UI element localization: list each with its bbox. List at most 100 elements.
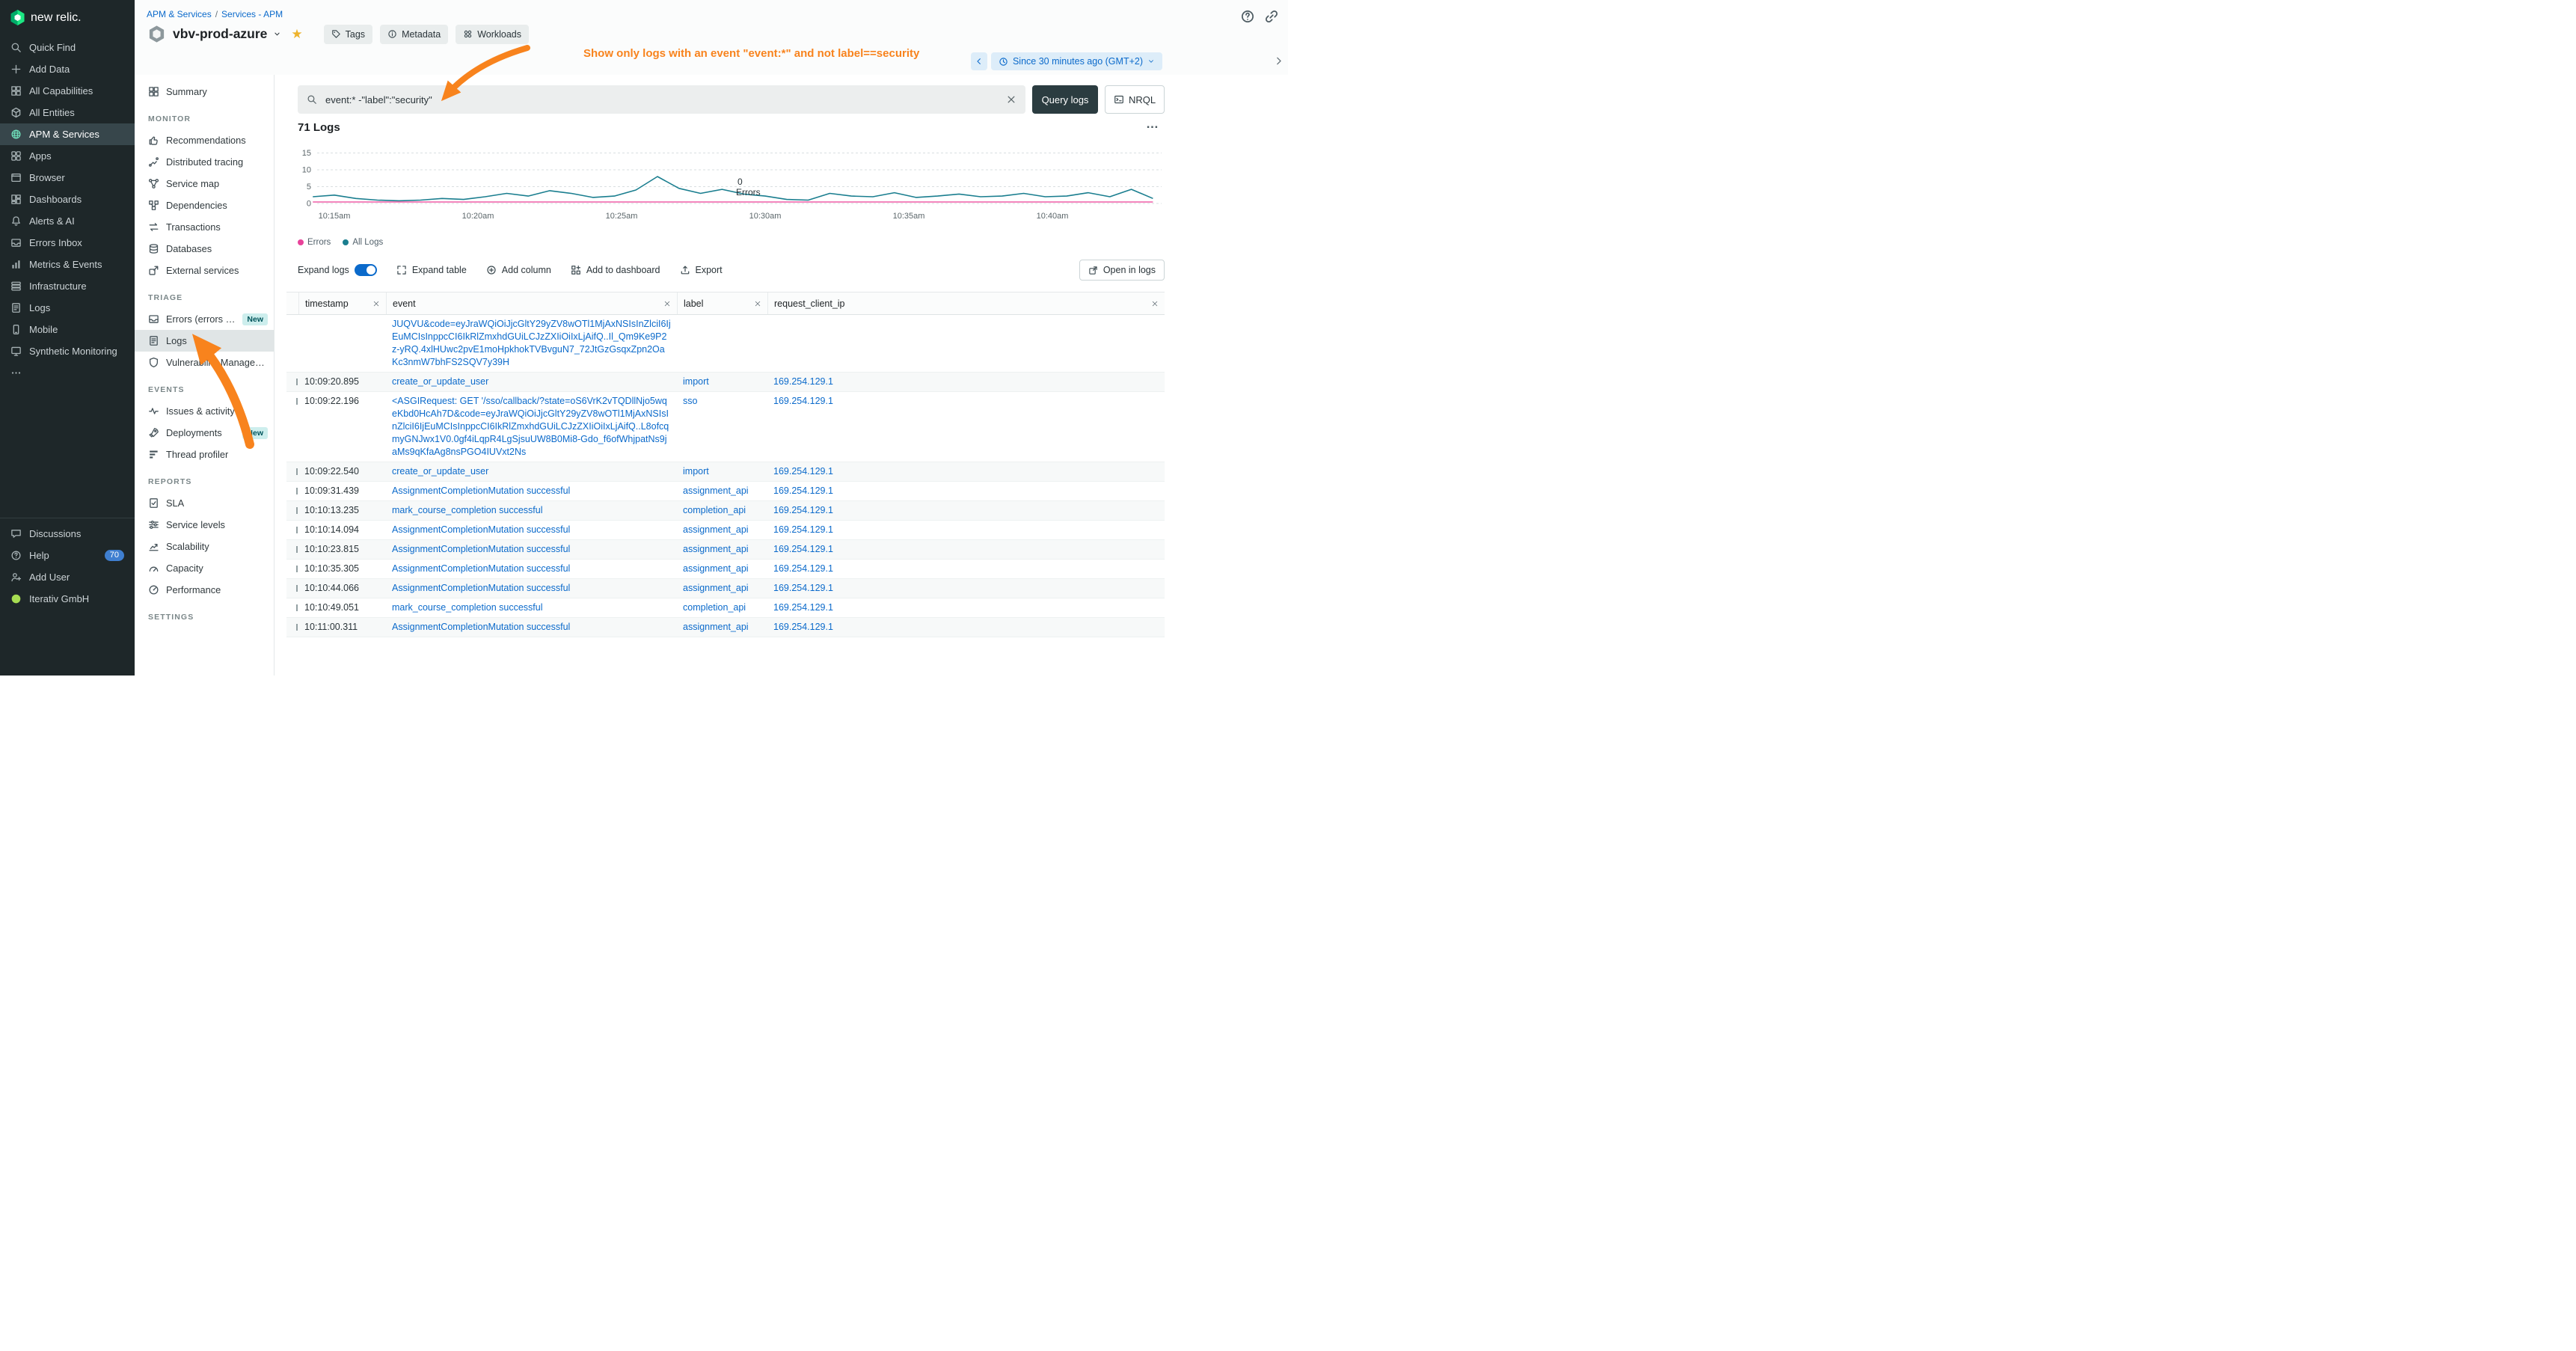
log-ip-link[interactable]: 169.254.129.1 bbox=[773, 504, 833, 517]
nrql-button[interactable]: NRQL bbox=[1105, 85, 1165, 114]
subnav-item-transactions[interactable]: Transactions bbox=[135, 216, 274, 238]
column-header-request-client-ip[interactable]: request_client_ip bbox=[767, 292, 1165, 314]
log-row[interactable]: 10:09:22.540create_or_update_userimport1… bbox=[286, 462, 1165, 482]
log-row-handle-icon[interactable] bbox=[296, 585, 298, 592]
log-event-link[interactable]: JUQVU&code=eyJraWQiOiJjcGltY29yZV8wOTl1M… bbox=[392, 318, 671, 369]
log-row[interactable]: 10:09:22.196<ASGIRequest: GET '/sso/call… bbox=[286, 392, 1165, 462]
sidebar-item-apm-services[interactable]: APM & Services bbox=[0, 123, 135, 145]
subnav-item-performance[interactable]: Performance bbox=[135, 579, 274, 601]
legend-item-all-logs[interactable]: All Logs bbox=[343, 238, 383, 247]
subnav-item-logs[interactable]: Logs bbox=[135, 330, 274, 352]
log-event-link[interactable]: create_or_update_user bbox=[392, 376, 488, 388]
log-event-link[interactable]: <ASGIRequest: GET '/sso/callback/?state=… bbox=[392, 395, 671, 459]
permalink-icon[interactable] bbox=[1264, 9, 1279, 24]
column-header-timestamp[interactable]: timestamp bbox=[298, 292, 386, 314]
log-row-handle-icon[interactable] bbox=[296, 379, 298, 385]
subnav-item-thread-profiler[interactable]: Thread profiler bbox=[135, 444, 274, 465]
sidebar-item-quick-find[interactable]: Quick Find bbox=[0, 37, 135, 58]
sidebar-item-discussions[interactable]: Discussions bbox=[0, 523, 135, 545]
subnav-item-capacity[interactable]: Capacity bbox=[135, 557, 274, 579]
log-label-link[interactable]: completion_api bbox=[683, 504, 746, 517]
sidebar-item-metrics-events[interactable]: Metrics & Events bbox=[0, 254, 135, 275]
log-row[interactable]: 10:10:23.815AssignmentCompletionMutation… bbox=[286, 540, 1165, 560]
subnav-item-issues-activity[interactable]: Issues & activity bbox=[135, 400, 274, 422]
time-back-button[interactable] bbox=[971, 52, 987, 70]
legend-item-errors[interactable]: Errors bbox=[298, 238, 331, 247]
add-column-button[interactable]: Add column bbox=[486, 265, 551, 275]
sidebar-item-synthetic-monitoring[interactable]: Synthetic Monitoring bbox=[0, 340, 135, 362]
breadcrumb-link-apm-services[interactable]: APM & Services bbox=[147, 9, 212, 19]
time-range-button[interactable]: Since 30 minutes ago (GMT+2) bbox=[991, 52, 1162, 70]
sidebar-item-add-user[interactable]: Add User bbox=[0, 566, 135, 588]
log-ip-link[interactable]: 169.254.129.1 bbox=[773, 543, 833, 556]
tags-button[interactable]: Tags bbox=[324, 25, 372, 44]
subnav-item-service-levels[interactable]: Service levels bbox=[135, 514, 274, 536]
log-query-input[interactable] bbox=[324, 94, 999, 106]
log-row-handle-icon[interactable] bbox=[296, 507, 298, 514]
remove-column-icon[interactable] bbox=[1151, 300, 1159, 307]
log-row[interactable]: JUQVU&code=eyJraWQiOiJjcGltY29yZV8wOTl1M… bbox=[286, 315, 1165, 373]
log-event-link[interactable]: AssignmentCompletionMutation successful bbox=[392, 563, 570, 575]
sidebar-item-iterativ-gmbh[interactable]: Iterativ GmbH bbox=[0, 588, 135, 610]
clear-query-icon[interactable] bbox=[1006, 94, 1016, 105]
log-ip-link[interactable]: 169.254.129.1 bbox=[773, 395, 833, 408]
newrelic-logo[interactable]: new relic. bbox=[0, 0, 135, 32]
log-row-handle-icon[interactable] bbox=[296, 566, 298, 572]
entity-dropdown-caret-icon[interactable] bbox=[273, 30, 281, 38]
log-label-link[interactable]: assignment_api bbox=[683, 543, 749, 556]
help-circle-icon[interactable] bbox=[1240, 9, 1255, 24]
subnav-item-vulnerability-management[interactable]: Vulnerability Management bbox=[135, 352, 274, 373]
sidebar-item-mobile[interactable]: Mobile bbox=[0, 319, 135, 340]
log-row[interactable]: 10:09:31.439AssignmentCompletionMutation… bbox=[286, 482, 1165, 501]
log-ip-link[interactable]: 169.254.129.1 bbox=[773, 485, 833, 497]
sidebar-item-all-capabilities[interactable]: All Capabilities bbox=[0, 80, 135, 102]
log-event-link[interactable]: AssignmentCompletionMutation successful bbox=[392, 543, 570, 556]
sidebar-item-apps[interactable]: Apps bbox=[0, 145, 135, 167]
subnav-item-sla[interactable]: SLA bbox=[135, 492, 274, 514]
sidebar-item-infrastructure[interactable]: Infrastructure bbox=[0, 275, 135, 297]
favorite-star-icon[interactable]: ★ bbox=[291, 28, 302, 40]
log-row[interactable]: 10:10:13.235mark_course_completion succe… bbox=[286, 501, 1165, 521]
log-row-handle-icon[interactable] bbox=[296, 546, 298, 553]
logs-more-menu-icon[interactable]: … bbox=[1146, 117, 1159, 132]
subnav-item-recommendations[interactable]: Recommendations bbox=[135, 129, 274, 151]
log-row[interactable]: 10:10:35.305AssignmentCompletionMutation… bbox=[286, 560, 1165, 579]
expand-table-button[interactable]: Expand table bbox=[396, 265, 467, 275]
log-ip-link[interactable]: 169.254.129.1 bbox=[773, 601, 833, 614]
sidebar-item-more[interactable] bbox=[0, 362, 135, 384]
log-event-link[interactable]: AssignmentCompletionMutation successful bbox=[392, 485, 570, 497]
log-event-link[interactable]: AssignmentCompletionMutation successful bbox=[392, 621, 570, 634]
subnav-item-summary[interactable]: Summary bbox=[135, 81, 274, 102]
log-row-handle-icon[interactable] bbox=[296, 604, 298, 611]
log-label-link[interactable]: sso bbox=[683, 395, 697, 408]
column-header-event[interactable]: event bbox=[386, 292, 677, 314]
log-event-link[interactable]: create_or_update_user bbox=[392, 465, 488, 478]
sidebar-item-logs[interactable]: Logs bbox=[0, 297, 135, 319]
sidebar-item-help[interactable]: Help70 bbox=[0, 545, 135, 566]
metadata-button[interactable]: Metadata bbox=[380, 25, 448, 44]
log-ip-link[interactable]: 169.254.129.1 bbox=[773, 563, 833, 575]
log-row[interactable]: 10:11:00.311AssignmentCompletionMutation… bbox=[286, 618, 1165, 637]
log-row[interactable]: 10:10:44.066AssignmentCompletionMutation… bbox=[286, 579, 1165, 598]
sidebar-item-all-entities[interactable]: All Entities bbox=[0, 102, 135, 123]
sidebar-item-errors-inbox[interactable]: Errors Inbox bbox=[0, 232, 135, 254]
collapse-panel-chevron-icon[interactable] bbox=[1273, 55, 1284, 67]
subnav-item-deployments[interactable]: DeploymentsNew bbox=[135, 422, 274, 444]
log-label-link[interactable]: import bbox=[683, 465, 709, 478]
log-label-link[interactable]: completion_api bbox=[683, 601, 746, 614]
log-ip-link[interactable]: 169.254.129.1 bbox=[773, 376, 833, 388]
subnav-item-scalability[interactable]: Scalability bbox=[135, 536, 274, 557]
workloads-button[interactable]: Workloads bbox=[456, 25, 529, 44]
column-header-label[interactable]: label bbox=[677, 292, 767, 314]
log-row-handle-icon[interactable] bbox=[296, 624, 298, 631]
log-row[interactable]: 10:10:49.051mark_course_completion succe… bbox=[286, 598, 1165, 618]
remove-column-icon[interactable] bbox=[754, 300, 761, 307]
log-label-link[interactable]: assignment_api bbox=[683, 621, 749, 634]
log-event-link[interactable]: mark_course_completion successful bbox=[392, 504, 542, 517]
log-label-link[interactable]: import bbox=[683, 376, 709, 388]
log-event-link[interactable]: mark_course_completion successful bbox=[392, 601, 542, 614]
log-ip-link[interactable]: 169.254.129.1 bbox=[773, 524, 833, 536]
subnav-item-service-map[interactable]: Service map bbox=[135, 173, 274, 194]
subnav-item-databases[interactable]: Databases bbox=[135, 238, 274, 260]
open-in-logs-button[interactable]: Open in logs bbox=[1079, 260, 1165, 281]
